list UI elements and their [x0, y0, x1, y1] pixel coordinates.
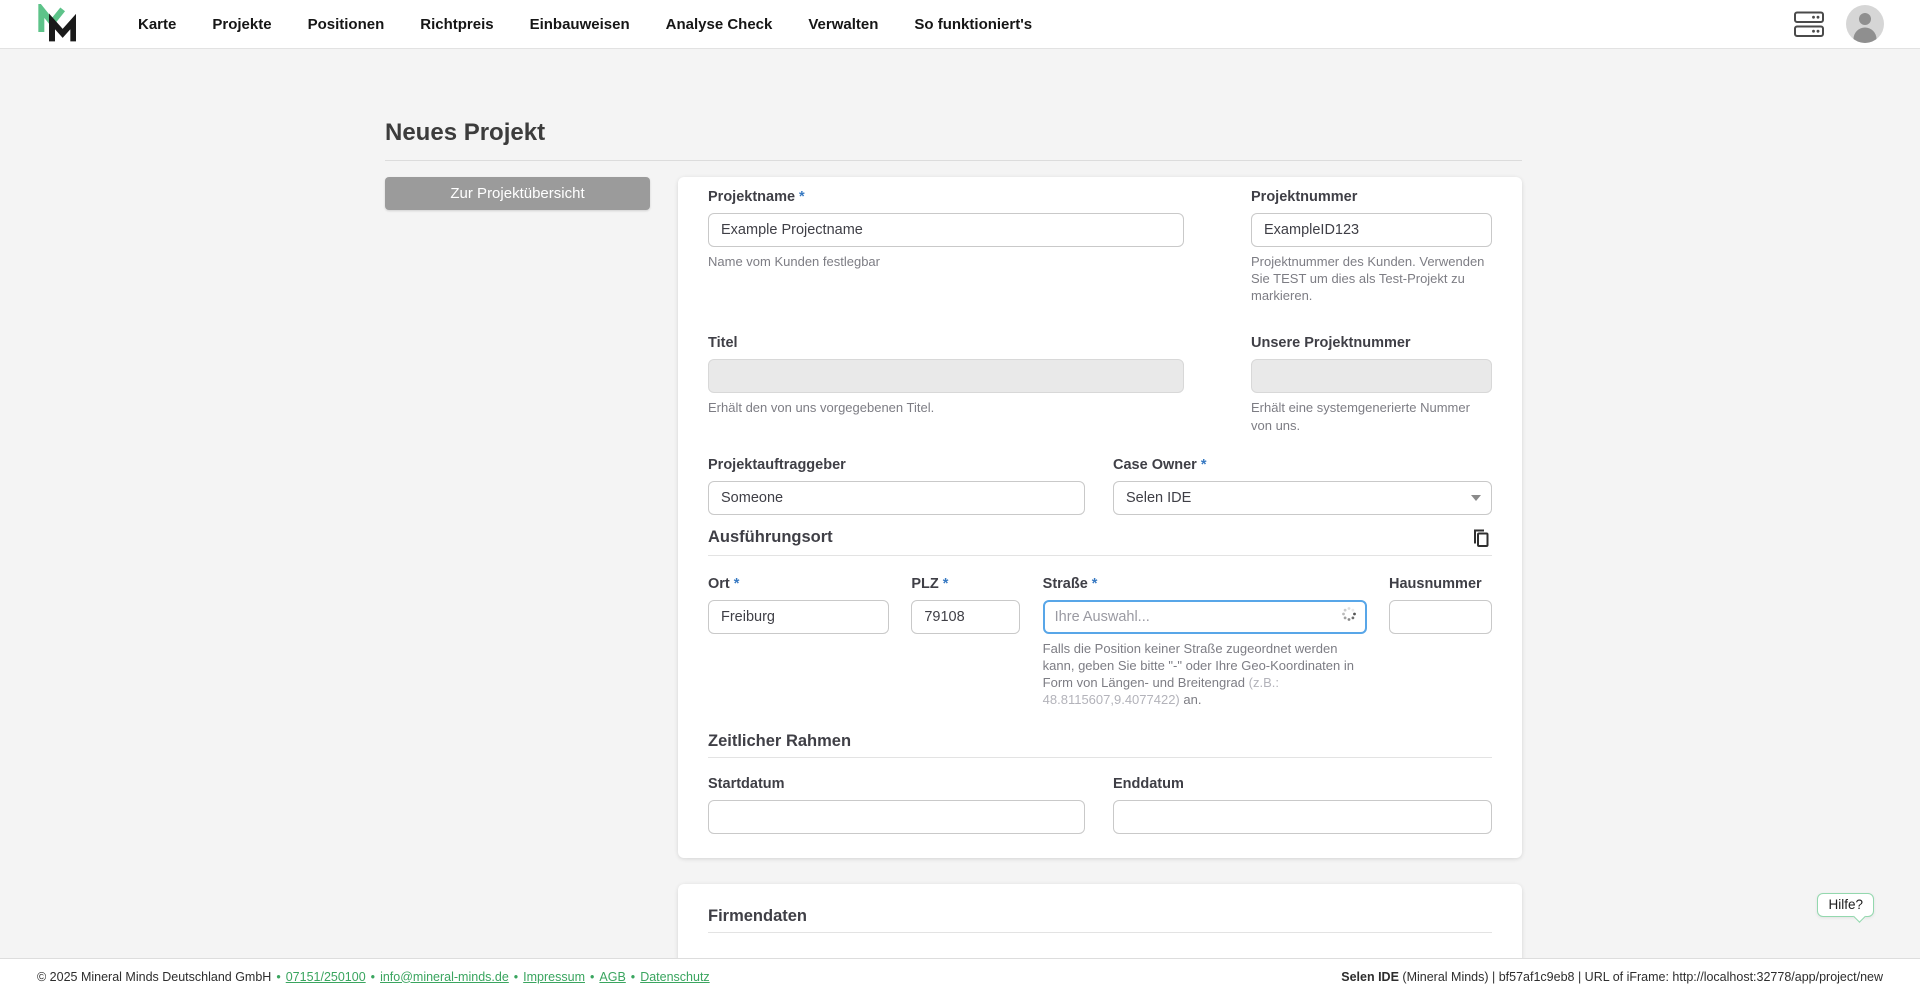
plz-label: PLZ*: [911, 576, 1020, 592]
unsere-projektnummer-input: [1251, 359, 1492, 393]
projektauftraggeber-label: Projektauftraggeber: [708, 457, 1085, 473]
footer-session-details: (Mineral Minds) | bf57af1c9eb8 | URL of …: [1399, 970, 1883, 984]
enddatum-label: Enddatum: [1113, 776, 1492, 792]
agb-link[interactable]: AGB: [599, 970, 625, 984]
page-title: Neues Projekt: [385, 119, 1522, 147]
help-button[interactable]: Hilfe?: [1817, 893, 1874, 917]
projektname-input[interactable]: [708, 213, 1184, 247]
required-marker: *: [1092, 576, 1098, 592]
project-form-card: Projektname* Name vom Kunden festlegbar …: [678, 177, 1522, 858]
main-nav: Karte Projekte Positionen Richtpreis Ein…: [138, 16, 1794, 33]
loading-spinner-icon: [1341, 606, 1357, 627]
footer-user: Selen IDE: [1341, 970, 1399, 984]
projektnummer-input[interactable]: [1251, 213, 1492, 247]
nav-item-positionen[interactable]: Positionen: [308, 16, 385, 33]
required-marker: *: [943, 576, 949, 592]
nav-item-analyse-check[interactable]: Analyse Check: [666, 16, 773, 33]
navbar-right: [1794, 5, 1884, 43]
nav-item-projekte[interactable]: Projekte: [212, 16, 271, 33]
startdatum-input[interactable]: [708, 800, 1085, 834]
footer-left: © 2025 Mineral Minds Deutschland GmbH•07…: [37, 970, 710, 984]
required-marker: *: [799, 189, 805, 205]
nav-item-karte[interactable]: Karte: [138, 16, 176, 33]
nav-item-einbauweisen[interactable]: Einbauweisen: [530, 16, 630, 33]
projektnummer-helper: Projektnummer des Kunden. Verwenden Sie …: [1251, 253, 1492, 304]
email-link[interactable]: info@mineral-minds.de: [380, 970, 509, 984]
top-navbar: Karte Projekte Positionen Richtpreis Ein…: [0, 0, 1920, 49]
nav-item-so-funktionierts[interactable]: So funktioniert's: [914, 16, 1032, 33]
case-owner-value: Selen IDE: [1126, 490, 1191, 506]
strasse-input[interactable]: [1045, 602, 1341, 632]
titel-input: [708, 359, 1184, 393]
projektnummer-label: Projektnummer: [1251, 189, 1492, 205]
section-zeitlicher-rahmen: Zeitlicher Rahmen: [708, 732, 851, 751]
datenschutz-link[interactable]: Datenschutz: [640, 970, 709, 984]
projektauftraggeber-input[interactable]: [708, 481, 1085, 515]
phone-link[interactable]: 07151/250100: [286, 970, 366, 984]
section-divider: [708, 932, 1492, 933]
strasse-helper: Falls die Position keiner Straße zugeord…: [1043, 640, 1367, 709]
case-owner-select[interactable]: Selen IDE: [1113, 481, 1492, 515]
footer: © 2025 Mineral Minds Deutschland GmbH•07…: [0, 958, 1920, 994]
unsere-projektnummer-helper: Erhält eine systemgenerierte Nummer von …: [1251, 399, 1492, 433]
server-icon[interactable]: [1794, 11, 1824, 38]
nav-item-richtpreis[interactable]: Richtpreis: [420, 16, 493, 33]
copyright-text: © 2025 Mineral Minds Deutschland GmbH: [37, 970, 271, 984]
unsere-projektnummer-label: Unsere Projektnummer: [1251, 335, 1492, 351]
section-ausfuehrungsort: Ausführungsort: [708, 528, 833, 547]
required-marker: *: [734, 576, 740, 592]
titel-helper: Erhält den von uns vorgegebenen Titel.: [708, 399, 1184, 416]
enddatum-input[interactable]: [1113, 800, 1492, 834]
strasse-field: [1043, 600, 1367, 634]
nav-item-verwalten[interactable]: Verwalten: [808, 16, 878, 33]
hausnummer-label: Hausnummer: [1389, 576, 1492, 592]
copy-icon[interactable]: [1470, 527, 1492, 549]
firmendaten-card: Firmendaten: [678, 884, 1522, 958]
user-avatar-icon[interactable]: [1846, 5, 1884, 43]
impressum-link[interactable]: Impressum: [523, 970, 585, 984]
startdatum-label: Startdatum: [708, 776, 1085, 792]
strasse-label: Straße*: [1043, 576, 1367, 592]
mineral-minds-logo[interactable]: [36, 4, 76, 44]
section-firmendaten: Firmendaten: [708, 907, 807, 926]
project-overview-button[interactable]: Zur Projektübersicht: [385, 177, 650, 210]
ort-label: Ort*: [708, 576, 889, 592]
plz-input[interactable]: [911, 600, 1020, 634]
case-owner-label: Case Owner*: [1113, 457, 1492, 473]
ort-input[interactable]: [708, 600, 889, 634]
titel-label: Titel: [708, 335, 1184, 351]
required-marker: *: [1201, 457, 1207, 473]
projektname-helper: Name vom Kunden festlegbar: [708, 253, 1184, 270]
hausnummer-input[interactable]: [1389, 600, 1492, 634]
main-area: Neues Projekt Zur Projektübersicht Proje…: [0, 49, 1920, 958]
footer-session-info: Selen IDE (Mineral Minds) | bf57af1c9eb8…: [1341, 970, 1883, 984]
section-divider: [708, 757, 1492, 758]
section-divider: [708, 555, 1492, 556]
chevron-down-icon: [1471, 495, 1481, 501]
projektname-label: Projektname*: [708, 189, 1184, 205]
